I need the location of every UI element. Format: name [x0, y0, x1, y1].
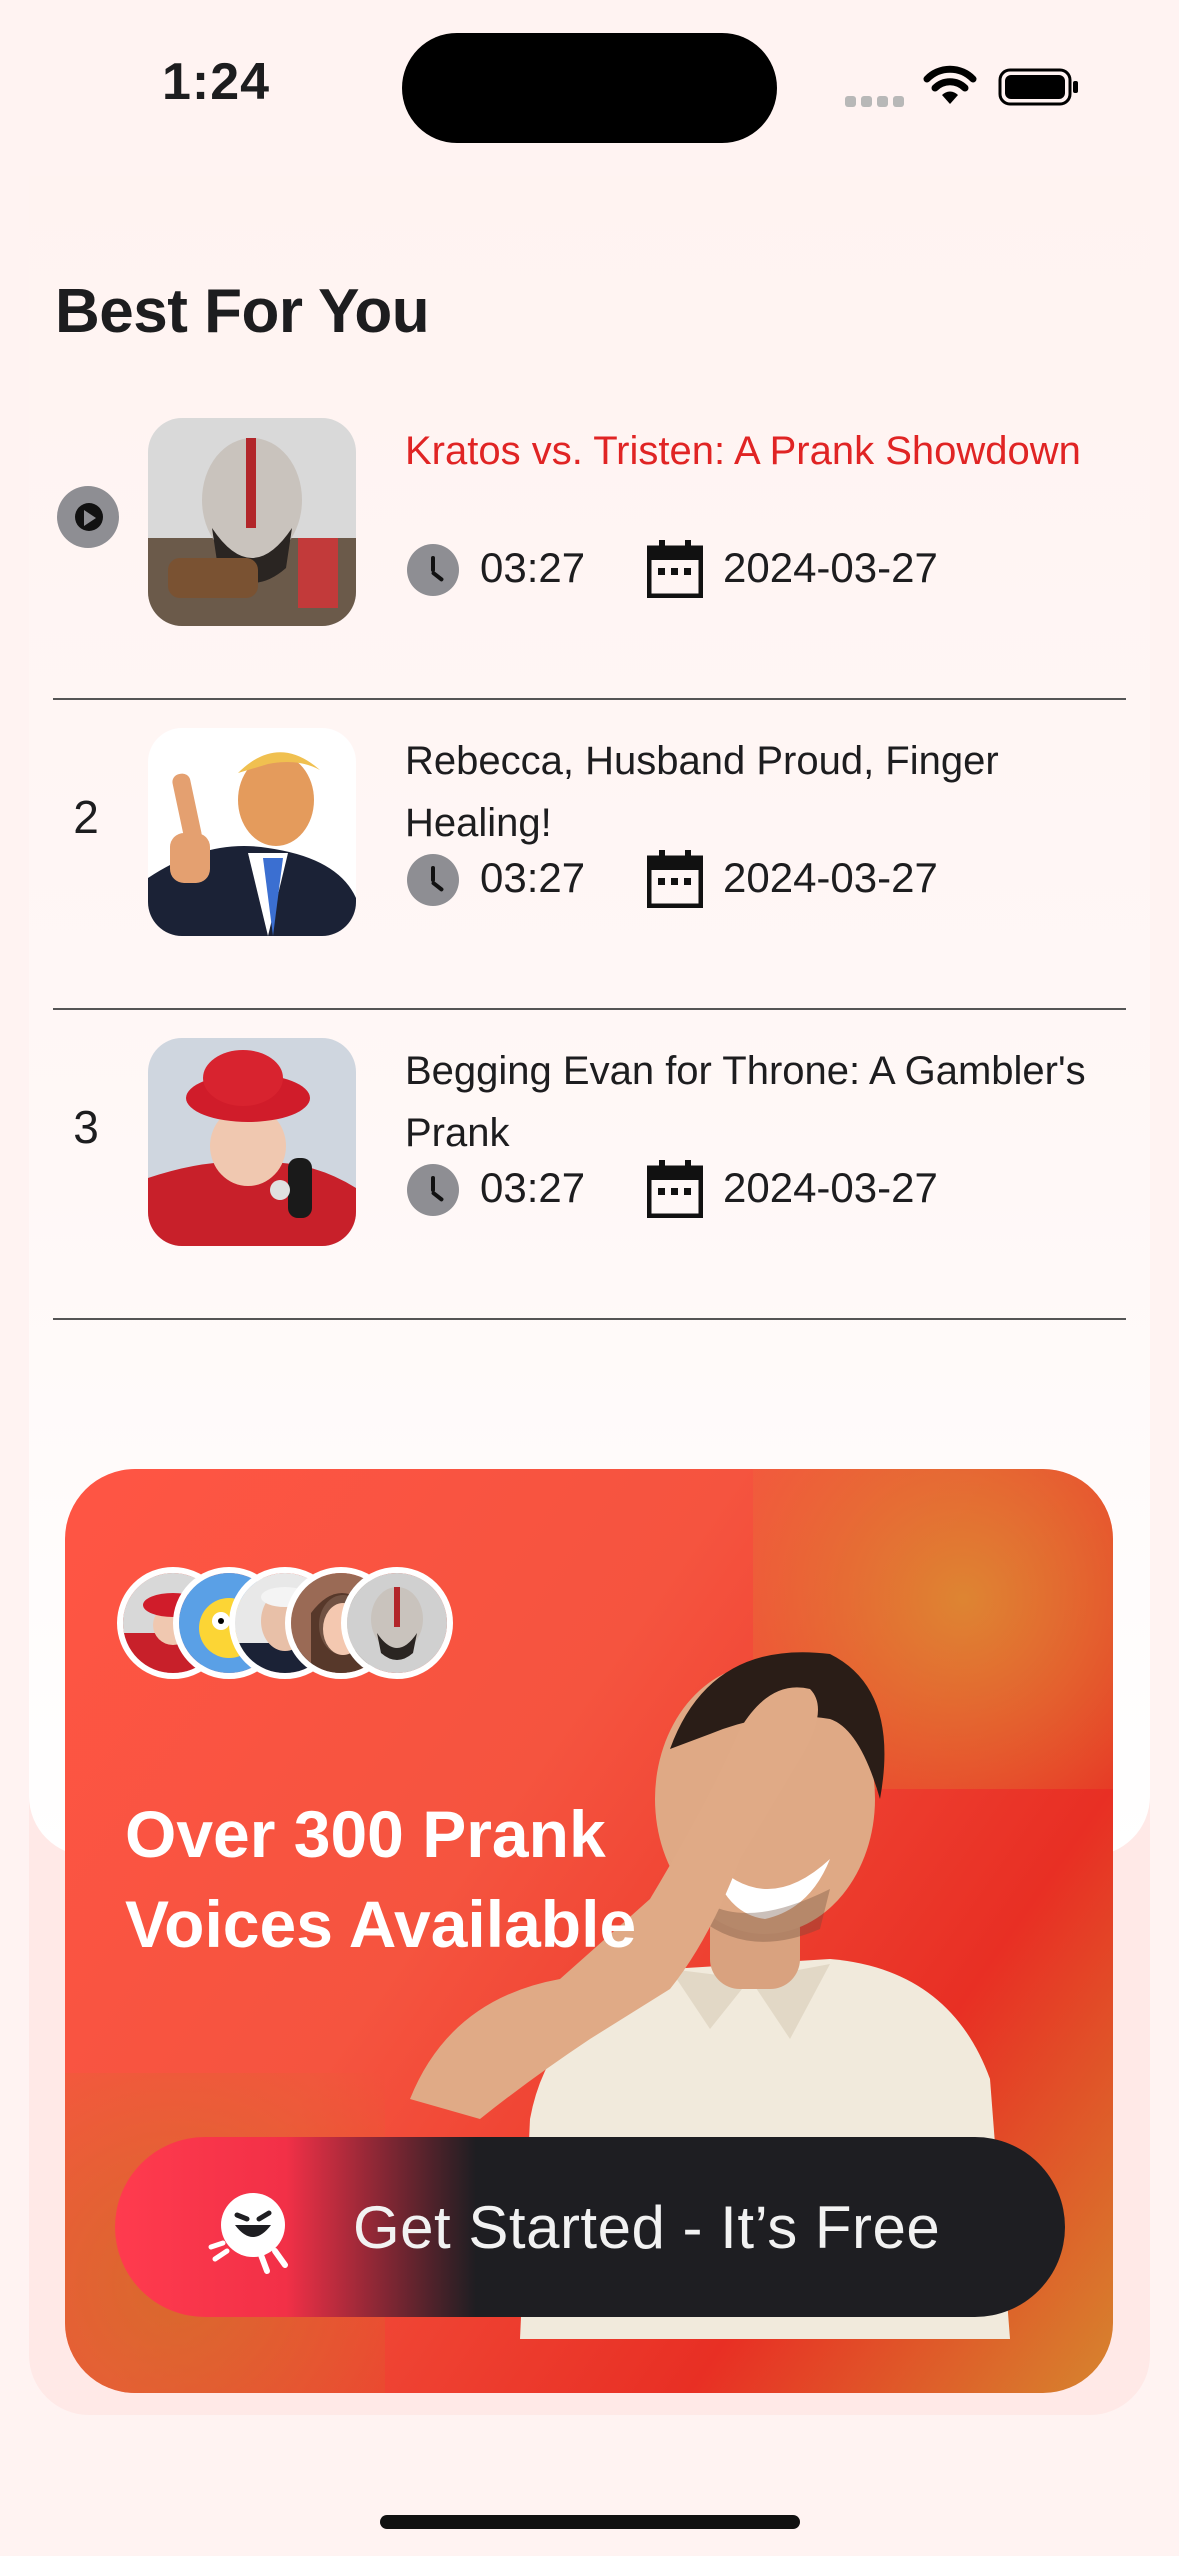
dynamic-island: [402, 33, 777, 143]
battery-icon: [998, 68, 1078, 106]
get-started-label: Get Started - It’s Free: [353, 2194, 941, 2261]
track-row[interactable]: 3 Begging Evan for Throne: A Gambler's P…: [53, 1008, 1126, 1320]
track-duration: 03:27: [480, 544, 586, 591]
track-meta: 03:27 2024-03-27: [405, 848, 1125, 912]
track-row[interactable]: Kratos vs. Tristen: A Prank Showdown 03:…: [53, 388, 1126, 700]
track-date: 2024-03-27: [723, 854, 938, 901]
cellular-signal-icon: [845, 96, 905, 108]
promo-headline: Over 300 Prank Voices Available: [125, 1797, 637, 1961]
status-time: 1:24: [162, 53, 271, 111]
track-title[interactable]: Begging Evan for Throne: A Gambler's Pra…: [405, 1040, 1125, 1164]
clock-icon: [407, 1164, 459, 1216]
track-duration: 03:27: [480, 854, 586, 901]
track-thumbnail: [148, 418, 356, 626]
track-row[interactable]: 2 Rebecca, Husband Proud, Finger Healing…: [53, 698, 1126, 1010]
clock-icon: [407, 854, 459, 906]
status-bar: 1:24: [0, 0, 1179, 170]
track-meta: 03:27 2024-03-27: [405, 538, 1125, 602]
section-title: Best For You: [55, 277, 430, 346]
calendar-icon: [647, 540, 703, 598]
track-duration: 03:27: [480, 1164, 586, 1211]
track-thumbnail: [148, 728, 356, 936]
track-rank: 3: [73, 1101, 99, 1153]
get-started-button[interactable]: Get Started - It’s Free: [115, 2137, 1065, 2317]
avatar: [341, 1567, 453, 1679]
play-circle-icon[interactable]: [57, 486, 119, 548]
track-meta: 03:27 2024-03-27: [405, 1158, 1125, 1222]
track-rank: 2: [73, 791, 99, 843]
calendar-icon: [647, 1160, 703, 1218]
track-title[interactable]: Kratos vs. Tristen: A Prank Showdown: [405, 420, 1125, 482]
track-title[interactable]: Rebecca, Husband Proud, Finger Healing!: [405, 730, 1125, 854]
track-thumbnail: [148, 1038, 356, 1246]
track-date: 2024-03-27: [723, 1164, 938, 1211]
calendar-icon: [647, 850, 703, 908]
home-indicator: [380, 2515, 800, 2529]
voice-avatars: [117, 1567, 497, 1687]
clock-icon: [407, 544, 459, 596]
promo-banner[interactable]: Over 300 Prank Voices Available Get Star…: [65, 1469, 1113, 2393]
track-date: 2024-03-27: [723, 544, 938, 591]
laughing-face-icon: [208, 2193, 288, 2274]
wifi-icon: [923, 65, 977, 104]
